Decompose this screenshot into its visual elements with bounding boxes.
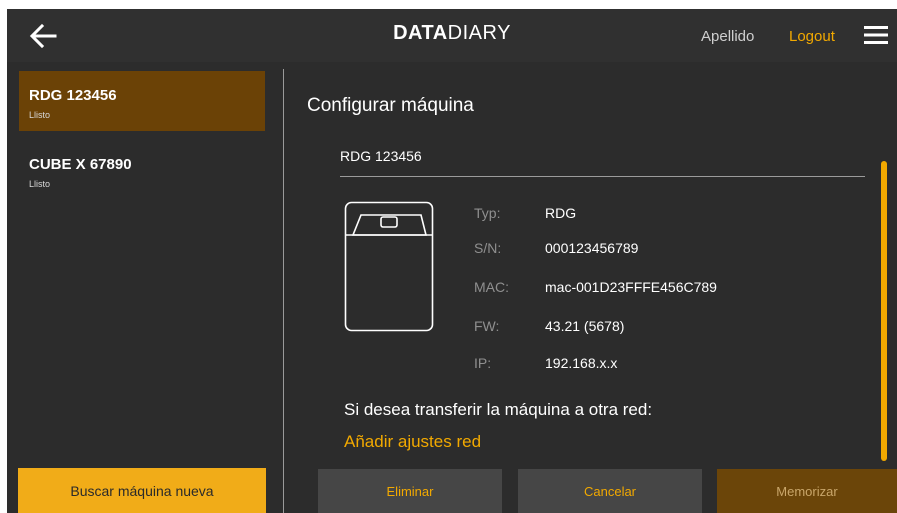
scrollbar[interactable] <box>881 161 887 461</box>
hamburger-menu-icon <box>864 26 888 44</box>
machine-device-icon <box>344 201 434 332</box>
spec-label-firmware: FW: <box>474 318 500 334</box>
sidebar-item-rdg[interactable]: RDG 123456 Llisto <box>19 71 265 131</box>
spec-value-firmware: 43.21 (5678) <box>545 318 625 334</box>
delete-button[interactable]: Eliminar <box>318 469 502 513</box>
brand-logo-bold: DATA <box>393 22 448 44</box>
page-title: Configurar máquina <box>307 95 474 116</box>
spec-label-mac: MAC: <box>474 279 509 295</box>
vertical-divider <box>283 69 284 513</box>
add-network-settings-link[interactable]: Añadir ajustes red <box>344 432 481 452</box>
machine-name: CUBE X 67890 <box>29 156 132 173</box>
spec-label-type: Typ: <box>474 205 501 221</box>
spec-label-serial: S/N: <box>474 240 502 256</box>
transfer-instruction: Si desea transferir la máquina a otra re… <box>344 400 653 419</box>
search-machine-button[interactable]: Buscar máquina nueva <box>18 468 266 513</box>
brand-logo-light: DIARY <box>447 22 511 44</box>
spec-value-ip: 192.168.x.x <box>545 355 618 371</box>
menu-button[interactable] <box>864 25 888 45</box>
spec-label-ip: IP: <box>474 355 492 371</box>
machine-list-sidebar: RDG 123456 Llisto CUBE X 67890 Llisto Bu… <box>7 62 278 513</box>
spec-value-mac: mac-001D23FFFE456C789 <box>545 279 717 295</box>
brand-logo: DATADIARY <box>7 22 897 45</box>
logout-link[interactable]: Logout <box>789 28 835 45</box>
machine-name-field[interactable]: RDG 123456 <box>340 146 865 177</box>
user-name: Apellido <box>701 28 755 45</box>
app-window: DATADIARY Apellido Logout RDG 123456 Lli… <box>7 9 897 513</box>
spec-value-serial: 000123456789 <box>545 240 639 256</box>
sidebar-item-cube[interactable]: CUBE X 67890 Llisto <box>19 140 265 200</box>
save-button[interactable]: Memorizar <box>717 469 897 513</box>
machine-status: Llisto <box>29 179 51 189</box>
spec-value-type: RDG <box>545 205 577 221</box>
machine-status: Llisto <box>29 110 51 120</box>
machine-name: RDG 123456 <box>29 87 117 104</box>
cancel-button[interactable]: Cancelar <box>518 469 702 513</box>
top-bar: DATADIARY Apellido Logout <box>7 9 897 62</box>
